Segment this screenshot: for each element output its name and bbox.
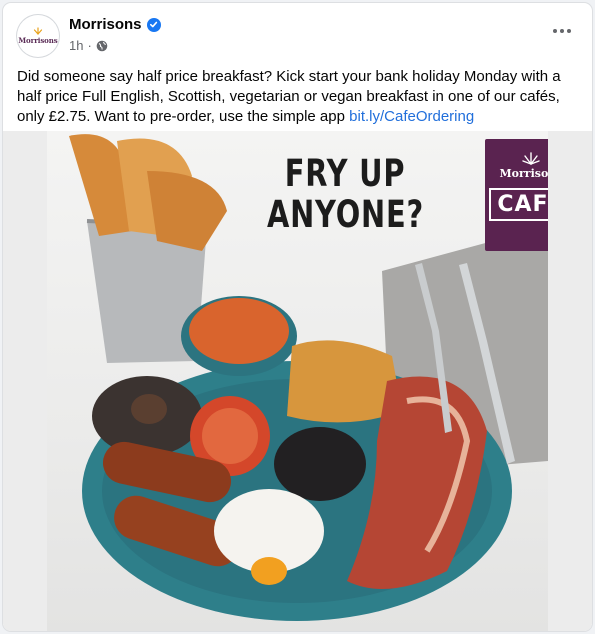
post-header: Morrisons Morrisons 1h ·	[17, 15, 578, 59]
avatar-brand-text: Morrisons	[18, 36, 58, 45]
page-name-row: Morrisons	[69, 16, 161, 33]
page-name[interactable]: Morrisons	[69, 16, 142, 33]
more-options-icon[interactable]	[548, 21, 576, 41]
baked-beans	[189, 298, 289, 364]
globe-icon[interactable]	[96, 40, 108, 52]
sparkle-logo-icon	[522, 152, 540, 165]
toast-slice	[147, 171, 227, 251]
breakfast-photo: FRY UP ANYONE? Morrisons CAFÉ	[47, 131, 548, 631]
morrisons-cafe-badge: Morrisons CAFÉ	[485, 139, 548, 251]
post-timestamp[interactable]: 1h	[69, 38, 83, 53]
page-avatar[interactable]: Morrisons	[17, 15, 59, 57]
post-body: Did someone say half price breakfast? Ki…	[17, 68, 561, 125]
post-image[interactable]: FRY UP ANYONE? Morrisons CAFÉ	[3, 131, 592, 631]
post-meta: 1h ·	[69, 38, 108, 53]
morrisons-logo-icon	[33, 27, 43, 35]
post-card: Morrisons Morrisons 1h · Did someone say…	[3, 3, 592, 631]
cafe-ordering-link[interactable]: bit.ly/CafeOrdering	[349, 108, 474, 125]
badge-brand-text: Morrisons	[499, 167, 548, 180]
black-pudding	[274, 427, 366, 501]
meta-separator: ·	[87, 38, 92, 53]
headline: FRY UP ANYONE?	[267, 153, 423, 235]
post-text: Did someone say half price breakfast? Ki…	[17, 67, 582, 127]
headline-line-2: ANYONE?	[267, 193, 424, 236]
headline-line-1: FRY UP	[284, 152, 406, 195]
verified-badge-icon	[146, 17, 161, 32]
badge-cafe-text: CAFÉ	[489, 188, 548, 221]
